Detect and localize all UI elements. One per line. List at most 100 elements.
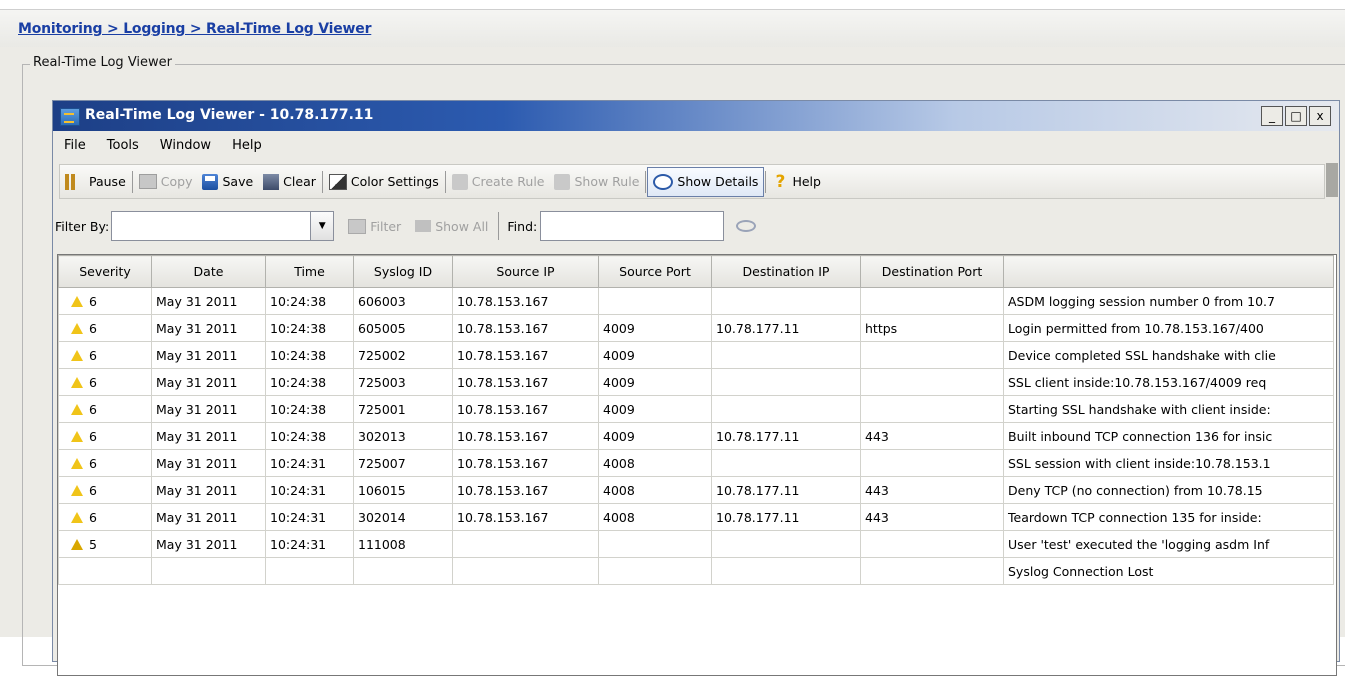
cell-destination-ip — [711, 368, 861, 396]
pause-button[interactable]: Pause — [60, 168, 131, 196]
window-titlebar[interactable]: Real-Time Log Viewer - 10.78.177.11 _ □ … — [53, 101, 1339, 131]
cell-time: 10:24:31 — [265, 449, 354, 477]
severity-wrap: 6 — [63, 294, 147, 309]
show-rule-button[interactable]: Show Rule — [549, 168, 644, 196]
show-all-icon — [415, 220, 432, 232]
menu-help[interactable]: Help — [221, 138, 272, 153]
filter-bar: Filter By: ▼ Filter Show All Find: — [53, 204, 1339, 248]
cell-destination-port — [860, 368, 1004, 396]
save-icon — [202, 173, 219, 190]
severity-wrap: 6 — [63, 402, 147, 417]
color-settings-button[interactable]: Color Settings — [324, 168, 444, 196]
breadcrumb[interactable]: Monitoring > Logging > Real-Time Log Vie… — [18, 21, 371, 37]
cell-source-ip: 10.78.153.167 — [452, 287, 599, 315]
cell-date: May 31 2011 — [151, 449, 266, 477]
table-row[interactable]: 6 May 31 2011 10:24:31 302014 10.78.153.167 4… — [58, 503, 1334, 531]
column-header-source-port[interactable]: Source Port — [598, 255, 712, 288]
cell-description: SSL client inside:10.78.153.167/4009 req — [1003, 368, 1334, 396]
cell-date: May 31 2011 — [151, 287, 266, 315]
table-row[interactable]: 6 May 31 2011 10:24:38 302013 10.78.153.167 4… — [58, 422, 1334, 450]
help-button[interactable]: ? Help — [767, 168, 826, 196]
table-row[interactable]: 6 May 31 2011 10:24:31 725007 10.78.153.167 4… — [58, 449, 1334, 477]
cell-time: 10:24:38 — [265, 395, 354, 423]
find-input[interactable] — [540, 211, 725, 241]
save-button[interactable]: Save — [197, 168, 258, 196]
cell-time: 10:24:38 — [265, 422, 354, 450]
cell-syslog-id — [353, 557, 453, 585]
column-header-time[interactable]: Time — [265, 255, 354, 288]
severity-wrap: 6 — [63, 456, 147, 471]
cell-source-ip: 10.78.153.167 — [452, 503, 599, 531]
warning-icon — [71, 295, 83, 307]
cell-syslog-id: 605005 — [353, 314, 453, 342]
clear-button[interactable]: Clear — [258, 168, 321, 196]
filter-by-combobox[interactable] — [111, 211, 312, 241]
warning-icon — [71, 457, 83, 469]
cell-date — [151, 557, 266, 585]
cell-destination-ip: 10.78.177.11 — [711, 476, 861, 504]
column-header-destination-ip[interactable]: Destination IP — [711, 255, 861, 288]
cell-source-port: 4009 — [598, 341, 712, 369]
menu-window[interactable]: Window — [149, 138, 221, 153]
details-icon — [653, 173, 674, 190]
show-rule-icon — [554, 173, 571, 190]
table-row[interactable]: 6 May 31 2011 10:24:38 725002 10.78.153.167 4… — [58, 341, 1334, 369]
close-button[interactable]: x — [1309, 106, 1331, 126]
column-header-description[interactable] — [1003, 255, 1334, 288]
cell-source-ip — [452, 557, 599, 585]
table-row[interactable]: 6 May 31 2011 10:24:38 605005 10.78.153.167 4… — [58, 314, 1334, 342]
cell-destination-ip — [711, 341, 861, 369]
cell-destination-ip: 10.78.177.11 — [711, 314, 861, 342]
show-details-button[interactable]: Show Details — [647, 166, 765, 197]
severity-wrap: 6 — [63, 483, 147, 498]
cell-time: 10:24:38 — [265, 368, 354, 396]
cell-time: 10:24:38 — [265, 341, 354, 369]
column-header-syslog-id[interactable]: Syslog ID — [353, 255, 453, 288]
table-row[interactable]: 6 May 31 2011 10:24:38 725001 10.78.153.167 4… — [58, 395, 1334, 423]
filter-label: Filter — [370, 218, 402, 234]
help-icon: ? — [775, 171, 786, 192]
cell-destination-port: https — [860, 314, 1004, 342]
column-header-date[interactable]: Date — [151, 255, 266, 288]
find-icon[interactable] — [736, 220, 757, 232]
cell-severity: 6 — [58, 341, 152, 369]
copy-button[interactable]: Copy — [134, 168, 198, 196]
maximize-button[interactable]: □ — [1285, 106, 1307, 126]
cell-source-port — [598, 530, 712, 558]
app-icon — [60, 108, 80, 126]
cell-time: 10:24:38 — [265, 287, 354, 315]
warning-icon — [71, 376, 83, 388]
table-row[interactable]: 6 May 31 2011 10:24:38 606003 10.78.153.167 A… — [58, 287, 1334, 315]
group-title: Real-Time Log Viewer — [30, 55, 176, 70]
color-settings-label: Color Settings — [350, 174, 439, 189]
severity-wrap: 6 — [63, 510, 147, 525]
cell-description: User 'test' executed the 'logging asdm I… — [1003, 530, 1334, 558]
cell-destination-ip — [711, 395, 861, 423]
table-row[interactable]: 6 May 31 2011 10:24:31 106015 10.78.153.167 4… — [58, 476, 1334, 504]
clear-label: Clear — [283, 174, 316, 189]
table-row[interactable]: 6 May 31 2011 10:24:38 725003 10.78.153.167 4… — [58, 368, 1334, 396]
column-header-destination-port[interactable]: Destination Port — [860, 255, 1004, 288]
filter-button[interactable]: Filter — [348, 218, 402, 234]
top-strip — [0, 0, 1345, 9]
menu-tools[interactable]: Tools — [96, 138, 149, 153]
table-row[interactable]: Syslog Connection Lost — [58, 557, 1334, 585]
cell-syslog-id: 106015 — [353, 476, 453, 504]
minimize-button[interactable]: _ — [1261, 106, 1283, 126]
cell-destination-port — [860, 449, 1004, 477]
cell-source-port: 4009 — [598, 314, 712, 342]
column-header-source-ip[interactable]: Source IP — [452, 255, 599, 288]
warning-icon — [71, 322, 83, 334]
toolbar-separator — [765, 170, 767, 193]
filter-dropdown-arrow[interactable]: ▼ — [311, 211, 335, 241]
create-rule-button[interactable]: Create Rule — [447, 168, 550, 196]
cell-date: May 31 2011 — [151, 314, 266, 342]
severity-wrap: 5 — [63, 537, 147, 552]
show-all-button[interactable]: Show All — [415, 219, 488, 234]
filter-by-label: Filter By: — [55, 218, 110, 234]
table-row[interactable]: 5 May 31 2011 10:24:31 111008 User 'test' ex… — [58, 530, 1334, 558]
column-header-severity[interactable]: Severity — [58, 255, 152, 288]
cell-date: May 31 2011 — [151, 395, 266, 423]
create-rule-label: Create Rule — [471, 174, 545, 189]
menu-file[interactable]: File — [53, 138, 96, 153]
